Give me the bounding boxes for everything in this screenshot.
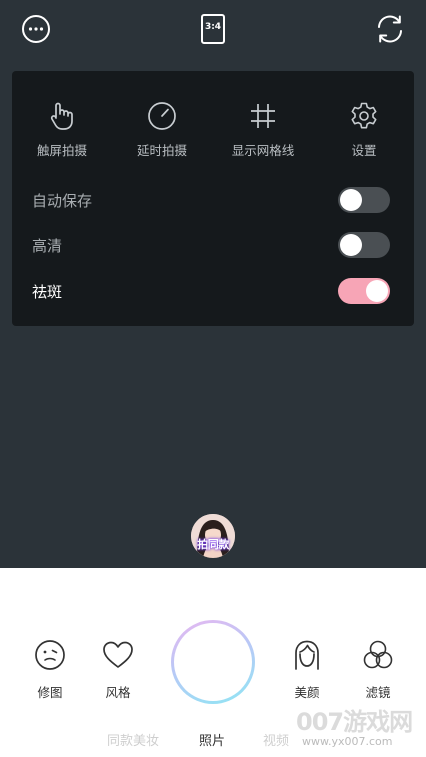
filter-circles-icon: [361, 638, 395, 672]
same-style-label: 拍同款: [197, 538, 229, 551]
camera-preview[interactable]: 3:4 触屏拍摄 延时拍摄 显示网格线 设置 自动保存 高清 祛斑 拍同款: [0, 0, 426, 568]
hd-label: 高清: [32, 236, 63, 255]
hd-toggle[interactable]: [338, 232, 390, 258]
auto-save-row: 自动保存: [32, 186, 390, 214]
style-button[interactable]: 风格: [88, 638, 148, 701]
spot-removal-toggle[interactable]: [338, 278, 390, 304]
grid-icon: [248, 101, 278, 131]
retouch-label: 修图: [37, 685, 63, 700]
settings-option[interactable]: 设置: [319, 101, 409, 159]
spot-removal-label: 祛斑: [32, 282, 63, 301]
shutter-button[interactable]: [171, 620, 255, 704]
grid-lines-option[interactable]: 显示网格线: [218, 101, 308, 159]
aspect-ratio-button[interactable]: 3:4: [197, 13, 229, 45]
grid-lines-label: 显示网格线: [231, 143, 295, 158]
aspect-ratio-label: 3:4: [204, 22, 222, 32]
touch-shoot-icon: [47, 101, 77, 131]
auto-save-toggle[interactable]: [338, 187, 390, 213]
timer-label: 延时拍摄: [136, 143, 187, 158]
more-dots-icon: [22, 15, 50, 43]
auto-save-label: 自动保存: [32, 191, 93, 210]
style-label: 风格: [105, 685, 131, 700]
shutter-inner: [174, 623, 252, 701]
mode-tab-makeup[interactable]: 同款美妆: [107, 730, 159, 749]
beauty-button[interactable]: 美颜: [277, 638, 337, 701]
gear-icon: [349, 101, 379, 131]
mode-tab-video[interactable]: 视频: [263, 730, 289, 749]
hd-row: 高清: [32, 231, 390, 259]
camera-switch-icon: [378, 15, 402, 43]
switch-camera-button[interactable]: [374, 13, 406, 45]
timer-icon: [147, 101, 177, 131]
beauty-face-icon: [290, 638, 324, 672]
toggle-knob: [340, 189, 362, 211]
retouch-button[interactable]: 修图: [20, 638, 80, 701]
filter-label: 滤镜: [365, 685, 391, 700]
watermark-url: www.yx007.com: [302, 735, 393, 748]
touch-shoot-option[interactable]: 触屏拍摄: [17, 101, 107, 159]
watermark-title: 007游戏网: [296, 708, 413, 736]
retouch-face-icon: [33, 638, 67, 672]
same-style-avatar-button[interactable]: 拍同款: [191, 514, 235, 558]
toggle-knob: [366, 280, 388, 302]
filter-button[interactable]: 滤镜: [348, 638, 408, 701]
beauty-label: 美颜: [294, 685, 320, 700]
more-options-button[interactable]: [20, 13, 52, 45]
settings-panel: 触屏拍摄 延时拍摄 显示网格线 设置 自动保存 高清 祛斑: [12, 71, 414, 326]
heart-icon: [101, 638, 135, 672]
settings-label: 设置: [351, 143, 377, 158]
toggle-knob: [340, 234, 362, 256]
touch-shoot-label: 触屏拍摄: [36, 143, 87, 158]
mode-tab-photo[interactable]: 照片: [199, 730, 225, 749]
spot-removal-row: 祛斑: [32, 277, 390, 305]
site-watermark: 007游戏网 www.yx007.com: [296, 702, 420, 754]
timer-option[interactable]: 延时拍摄: [117, 101, 207, 159]
